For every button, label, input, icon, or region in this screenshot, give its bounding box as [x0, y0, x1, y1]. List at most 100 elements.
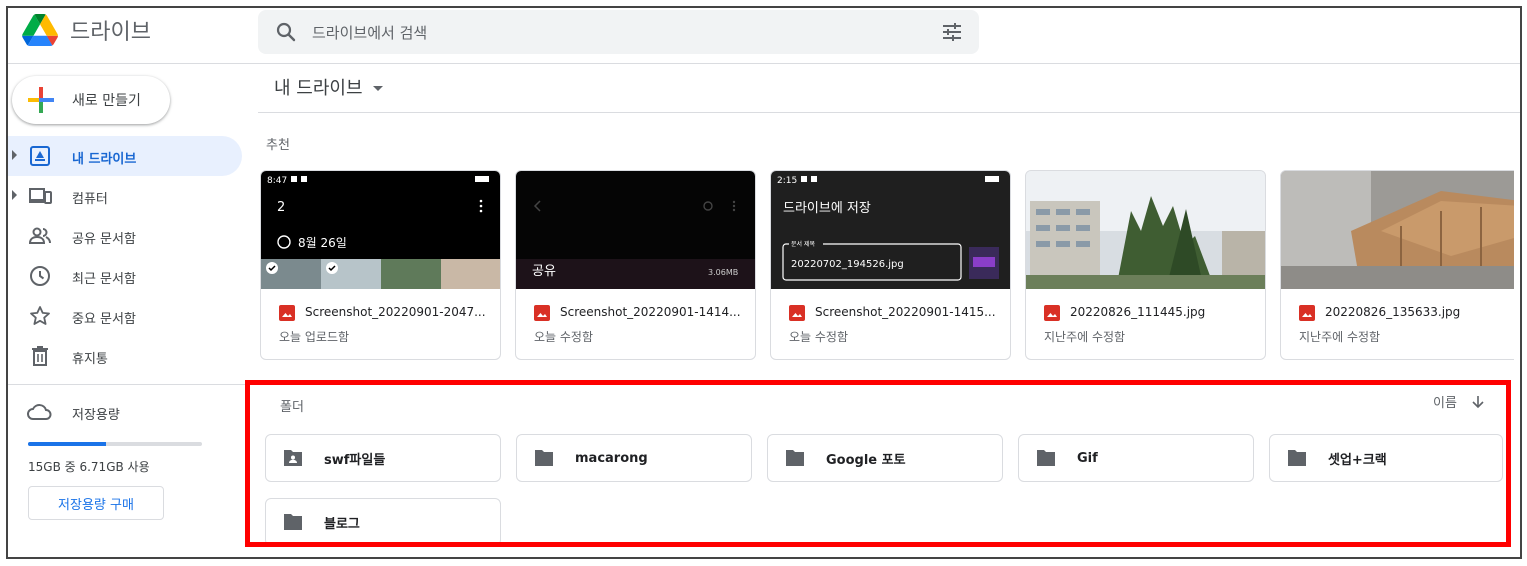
- preview-date: 8월 26일: [298, 236, 347, 250]
- suggested-card[interactable]: 2:15 드라이브에 저장 문서 제목 20220702_194526.jpg: [770, 170, 1011, 360]
- folder-item[interactable]: 셋업+크랙: [1269, 434, 1503, 482]
- sidebar-item-recent[interactable]: 최근 문서함: [8, 256, 242, 296]
- sidebar-item-trash[interactable]: 휴지통: [8, 336, 242, 376]
- file-subtitle: 오늘 수정함: [789, 330, 849, 344]
- image-file-icon: [1044, 305, 1060, 321]
- folder-icon: [284, 514, 302, 530]
- preview-field-value: 20220702_194526.jpg: [791, 259, 904, 270]
- sidebar-item-label: 공유 문서함: [72, 232, 136, 247]
- folder-item[interactable]: macarong: [516, 434, 752, 482]
- folder-icon: [1288, 450, 1306, 466]
- sort-control[interactable]: 이름: [1433, 392, 1485, 411]
- file-thumbnail: [1281, 171, 1519, 289]
- folder-name: 셋업+크랙: [1328, 452, 1387, 468]
- new-button[interactable]: 새로 만들기: [12, 76, 170, 124]
- file-name: Screenshot_20220901-2047...: [305, 305, 486, 319]
- app-window: 드라이브 드라이브에서 검색 새로 만들기 내 드라이브 컴퓨터 공유 문서함 …: [6, 6, 1522, 559]
- trash-icon: [32, 346, 48, 366]
- file-subtitle: 오늘 수정함: [534, 330, 594, 344]
- folder-icon: [786, 450, 804, 466]
- sidebar-item-computers[interactable]: 컴퓨터: [8, 176, 242, 216]
- folder-item[interactable]: Google 포토: [767, 434, 1003, 482]
- file-name: 20220826_111445.jpg: [1070, 305, 1206, 319]
- scrollbar-thumb[interactable]: [1514, 132, 1520, 462]
- preview-label: 공유: [532, 264, 556, 279]
- file-name: 20220826_135633.jpg: [1325, 305, 1461, 319]
- file-subtitle: 지난주에 수정함: [1044, 330, 1126, 344]
- plus-icon: [28, 87, 54, 113]
- header-divider: [8, 63, 1520, 64]
- file-thumbnail: 2:15 드라이브에 저장 문서 제목 20220702_194526.jpg: [771, 171, 1010, 289]
- dropdown-caret-icon[interactable]: [372, 86, 383, 91]
- sidebar-item-label: 최근 문서함: [72, 272, 136, 287]
- scrollbar[interactable]: [1514, 64, 1520, 557]
- clock-icon: [30, 266, 50, 286]
- buy-storage-button[interactable]: 저장용량 구매: [28, 486, 164, 520]
- sidebar-nav: 내 드라이브 컴퓨터 공유 문서함 최근 문서함 중요 문서함 휴지통: [8, 136, 242, 376]
- image-file-icon: [279, 305, 295, 321]
- search-options-icon[interactable]: [941, 22, 963, 42]
- arrow-down-icon[interactable]: [1471, 395, 1485, 409]
- folders-section-title: 폴더: [280, 400, 304, 415]
- suggested-card[interactable]: 20220826_135633.jpg 지난주에 수정함: [1280, 170, 1520, 360]
- preview-time: 2:15: [777, 176, 797, 186]
- sidebar-item-label: 내 드라이브: [72, 152, 137, 167]
- suggested-card[interactable]: 8:47 2 8월 26일 Screenshot_20220901-2047..…: [260, 170, 501, 360]
- folder-item[interactable]: Gif: [1018, 434, 1254, 482]
- breadcrumb-my-drive[interactable]: 내 드라이브: [274, 74, 363, 100]
- drive-logo[interactable]: 드라이브: [22, 14, 151, 46]
- image-file-icon: [534, 305, 550, 321]
- expand-arrow-icon[interactable]: [12, 150, 17, 160]
- shared-folder-icon: [284, 450, 302, 466]
- suggested-section-title: 추천: [266, 138, 290, 153]
- folder-name: macarong: [575, 450, 648, 466]
- sort-label[interactable]: 이름: [1433, 392, 1457, 411]
- storage-progress-fill: [28, 442, 106, 446]
- preview-size: 3.06MB: [708, 268, 738, 277]
- my-drive-icon: [30, 146, 50, 166]
- cloud-icon: [27, 404, 52, 420]
- file-name: Screenshot_20220901-1414...: [560, 305, 741, 319]
- folder-name: Gif: [1077, 450, 1098, 466]
- folder-icon: [1037, 450, 1055, 466]
- star-icon: [30, 306, 50, 325]
- search-icon[interactable]: [274, 20, 298, 44]
- folder-name: swf파일들: [324, 452, 386, 468]
- folder-name: 블로그: [324, 516, 360, 532]
- image-file-icon: [1299, 305, 1315, 321]
- breadcrumb[interactable]: 내 드라이브: [274, 74, 383, 100]
- screenshot-preview: 공유 3.06MB: [516, 171, 755, 289]
- file-thumbnail: 8:47 2 8월 26일: [261, 171, 500, 289]
- screenshot-preview: 2:15 드라이브에 저장 문서 제목 20220702_194526.jpg: [771, 171, 1010, 289]
- folder-item[interactable]: swf파일들: [265, 434, 501, 482]
- file-thumbnail: 공유 3.06MB: [516, 171, 755, 289]
- folder-item[interactable]: 블로그: [265, 498, 501, 546]
- search-input[interactable]: 드라이브에서 검색: [312, 22, 427, 43]
- preview-time: 8:47: [267, 176, 287, 186]
- photo-preview: [1281, 171, 1519, 289]
- sidebar-item-starred[interactable]: 중요 문서함: [8, 296, 242, 336]
- new-button-label: 새로 만들기: [72, 93, 141, 109]
- main-divider: [258, 112, 1520, 113]
- sidebar-divider: [8, 384, 246, 385]
- file-name: Screenshot_20220901-1415...: [815, 305, 996, 319]
- suggested-card[interactable]: 20220826_111445.jpg 지난주에 수정함: [1025, 170, 1266, 360]
- image-file-icon: [789, 305, 805, 321]
- expand-arrow-icon[interactable]: [12, 190, 17, 200]
- file-subtitle: 지난주에 수정함: [1299, 330, 1381, 344]
- search-bar[interactable]: 드라이브에서 검색: [258, 10, 979, 54]
- folder-icon: [535, 450, 553, 466]
- sidebar-item-my-drive[interactable]: 내 드라이브: [8, 136, 242, 176]
- sidebar-item-shared[interactable]: 공유 문서함: [8, 216, 242, 256]
- suggested-card[interactable]: 공유 3.06MB Screenshot_20220901-1414... 오늘…: [515, 170, 756, 360]
- file-subtitle: 오늘 업로드함: [279, 330, 350, 344]
- app-title: 드라이브: [70, 20, 151, 45]
- folder-name: Google 포토: [826, 452, 906, 468]
- screenshot-preview: 8:47 2 8월 26일: [261, 171, 500, 289]
- storage-usage-text: 15GB 중 6.71GB 사용: [28, 460, 150, 474]
- storage-label[interactable]: 저장용량: [72, 404, 120, 423]
- preview-field-label: 문서 제목: [791, 240, 815, 248]
- people-icon: [28, 227, 51, 244]
- sidebar-item-label: 중요 문서함: [72, 312, 136, 327]
- sidebar-item-label: 컴퓨터: [72, 192, 108, 207]
